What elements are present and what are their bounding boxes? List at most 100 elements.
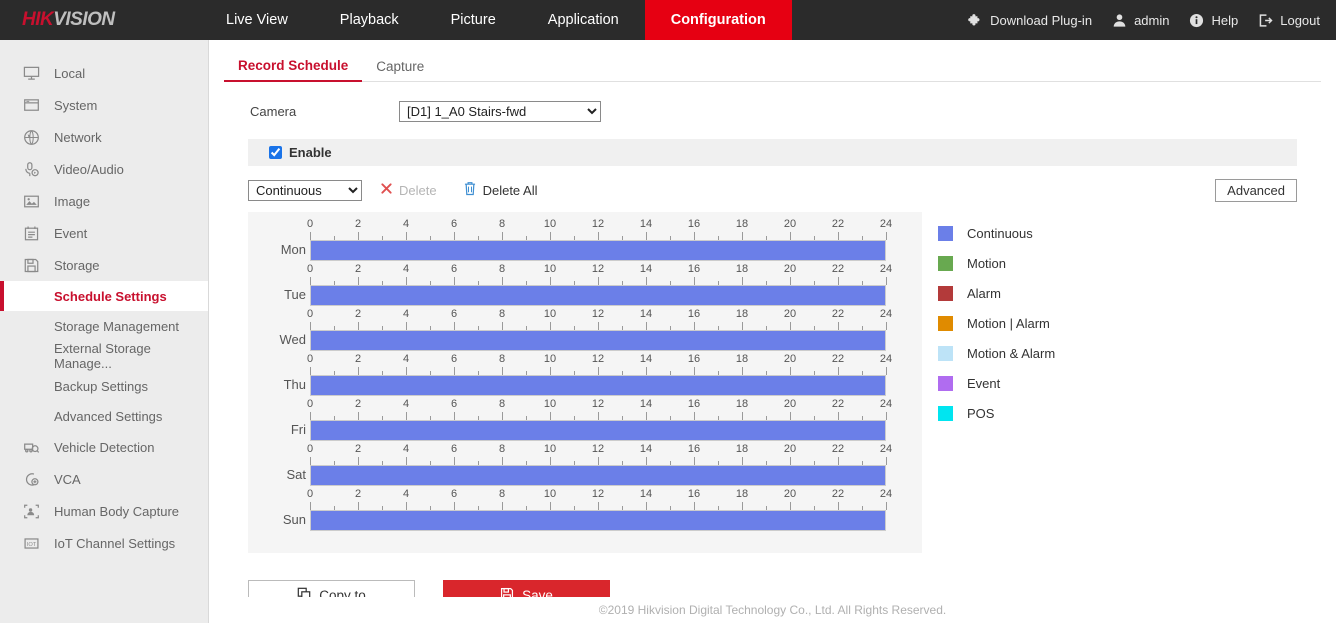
enable-row: Enable <box>248 139 1297 166</box>
delete-all-button[interactable]: Delete All <box>463 181 538 199</box>
sidebar-item-external-storage-management[interactable]: External Storage Manage... <box>0 341 208 371</box>
axis-tick-label: 22 <box>832 263 844 275</box>
sidebar-item-network[interactable]: Network <box>0 121 208 153</box>
sidebar-label-system: System <box>54 98 97 113</box>
axis-tick-label: 10 <box>544 443 556 455</box>
schedule-bar-background[interactable] <box>310 240 886 261</box>
sidebar-item-human-body-capture[interactable]: Human Body Capture <box>0 495 208 527</box>
sidebar-item-event[interactable]: Event <box>0 217 208 249</box>
axis-tick-label: 10 <box>544 488 556 500</box>
schedule-track[interactable]: 024681012141618202224 <box>310 456 886 486</box>
sidebar-item-backup-settings[interactable]: Backup Settings <box>0 371 208 401</box>
axis-tick-label: 8 <box>499 443 505 455</box>
schedule-bar-background[interactable] <box>310 465 886 486</box>
schedule-track[interactable]: 024681012141618202224 <box>310 411 886 441</box>
tab-record-schedule[interactable]: Record Schedule <box>224 58 362 82</box>
sidebar-item-system[interactable]: System <box>0 89 208 121</box>
user-account-button[interactable]: admin <box>1112 13 1169 28</box>
sidebar-item-vehicle-detection[interactable]: Vehicle Detection <box>0 431 208 463</box>
axis-tick <box>358 322 359 330</box>
axis-tick-label: 14 <box>640 443 652 455</box>
schedule-bar-background[interactable] <box>310 330 886 351</box>
enable-checkbox[interactable] <box>269 146 282 159</box>
schedule-row-sun[interactable]: Sun024681012141618202224 <box>248 490 922 535</box>
axis-tick-label: 4 <box>403 353 409 365</box>
schedule-bar-background[interactable] <box>310 420 886 441</box>
schedule-track[interactable]: 024681012141618202224 <box>310 231 886 261</box>
sidebar-item-image[interactable]: Image <box>0 185 208 217</box>
axis-tick <box>598 322 599 330</box>
axis-tick <box>310 412 311 420</box>
schedule-track[interactable]: 024681012141618202224 <box>310 276 886 306</box>
tab-capture[interactable]: Capture <box>362 59 438 81</box>
sidebar-item-vca[interactable]: VCA <box>0 463 208 495</box>
axis-tick-label: 16 <box>688 353 700 365</box>
axis-tick <box>454 367 455 375</box>
schedule-track[interactable]: 024681012141618202224 <box>310 321 886 351</box>
help-button[interactable]: Help <box>1189 13 1238 28</box>
schedule-row-wed[interactable]: Wed 024681012141618202224 <box>248 310 922 355</box>
hikvision-logo: HIKVISION <box>0 0 200 40</box>
nav-tab-picture[interactable]: Picture <box>425 0 522 40</box>
axis-tick <box>310 502 311 510</box>
sidebar-item-schedule-settings[interactable]: Schedule Settings <box>0 281 208 311</box>
schedule-row-thu[interactable]: Thu024681012141618202224 <box>248 355 922 400</box>
schedule-segment[interactable] <box>311 286 885 305</box>
schedule-row-tue[interactable]: Tue024681012141618202224 <box>248 265 922 310</box>
schedule-segment[interactable] <box>311 466 885 485</box>
content-tabs: Record Schedule Capture <box>224 50 1321 82</box>
nav-tab-playback[interactable]: Playback <box>314 0 425 40</box>
schedule-segment[interactable] <box>311 331 885 350</box>
sidebar-item-video-audio[interactable]: Video/Audio <box>0 153 208 185</box>
axis-tick-label: 24 <box>880 263 892 275</box>
close-x-icon <box>380 182 393 198</box>
enable-label[interactable]: Enable <box>289 145 332 160</box>
schedule-track[interactable]: 024681012141618202224 <box>310 501 886 531</box>
schedule-row-sat[interactable]: Sat024681012141618202224 <box>248 445 922 490</box>
axis-tick-label: 10 <box>544 263 556 275</box>
schedule-row-mon[interactable]: Mon024681012141618202224 <box>248 220 922 265</box>
footer: ©2019 Hikvision Digital Technology Co., … <box>209 597 1336 623</box>
logout-icon <box>1258 13 1273 28</box>
axis-tick <box>790 502 791 510</box>
schedule-segment[interactable] <box>311 241 885 260</box>
axis-tick <box>790 367 791 375</box>
schedule-segment[interactable] <box>311 376 885 395</box>
schedule-bar-background[interactable] <box>310 375 886 396</box>
schedule-bar-background[interactable] <box>310 510 886 531</box>
sidebar-item-storage-management[interactable]: Storage Management <box>0 311 208 341</box>
nav-tab-live-view[interactable]: Live View <box>200 0 314 40</box>
user-icon <box>1112 13 1127 28</box>
day-label-wed: Wed <box>260 332 306 347</box>
axis-tick <box>358 277 359 285</box>
copyright-text: ©2019 Hikvision Digital Technology Co., … <box>599 603 946 617</box>
schedule-row-fri[interactable]: Fri024681012141618202224 <box>248 400 922 445</box>
axis-tick <box>742 277 743 285</box>
advanced-button[interactable]: Advanced <box>1215 179 1297 202</box>
sidebar: Local System Network Vi <box>0 40 209 623</box>
download-plugin-button[interactable]: Download Plug-in <box>968 13 1092 28</box>
schedule-segment[interactable] <box>311 421 885 440</box>
logout-button[interactable]: Logout <box>1258 13 1320 28</box>
axis-tick <box>550 277 551 285</box>
axis-tick-label: 8 <box>499 263 505 275</box>
axis-tick <box>406 502 407 510</box>
axis-tick <box>454 277 455 285</box>
schedule-bar-background[interactable] <box>310 285 886 306</box>
axis-tick <box>838 412 839 420</box>
schedule-segment[interactable] <box>311 511 885 530</box>
record-type-select[interactable]: ContinuousMotionAlarmMotion | AlarmMotio… <box>248 180 362 201</box>
schedule-track[interactable]: 024681012141618202224 <box>310 366 886 396</box>
camera-select[interactable]: [D1] 1_A0 Stairs-fwd <box>399 101 601 122</box>
sidebar-item-storage[interactable]: Storage <box>0 249 208 281</box>
schedule-grid[interactable]: Mon024681012141618202224Tue0246810121416… <box>248 212 922 553</box>
sidebar-item-advanced-settings[interactable]: Advanced Settings <box>0 401 208 431</box>
sidebar-item-local[interactable]: Local <box>0 57 208 89</box>
nav-tab-application[interactable]: Application <box>522 0 645 40</box>
nav-tab-configuration[interactable]: Configuration <box>645 0 792 40</box>
axis-tick-label: 8 <box>499 488 505 500</box>
sidebar-item-iot-channel-settings[interactable]: IOT IoT Channel Settings <box>0 527 208 559</box>
legend-label: Motion & Alarm <box>967 346 1055 361</box>
delete-button[interactable]: Delete <box>380 182 437 198</box>
axis-tick <box>598 277 599 285</box>
